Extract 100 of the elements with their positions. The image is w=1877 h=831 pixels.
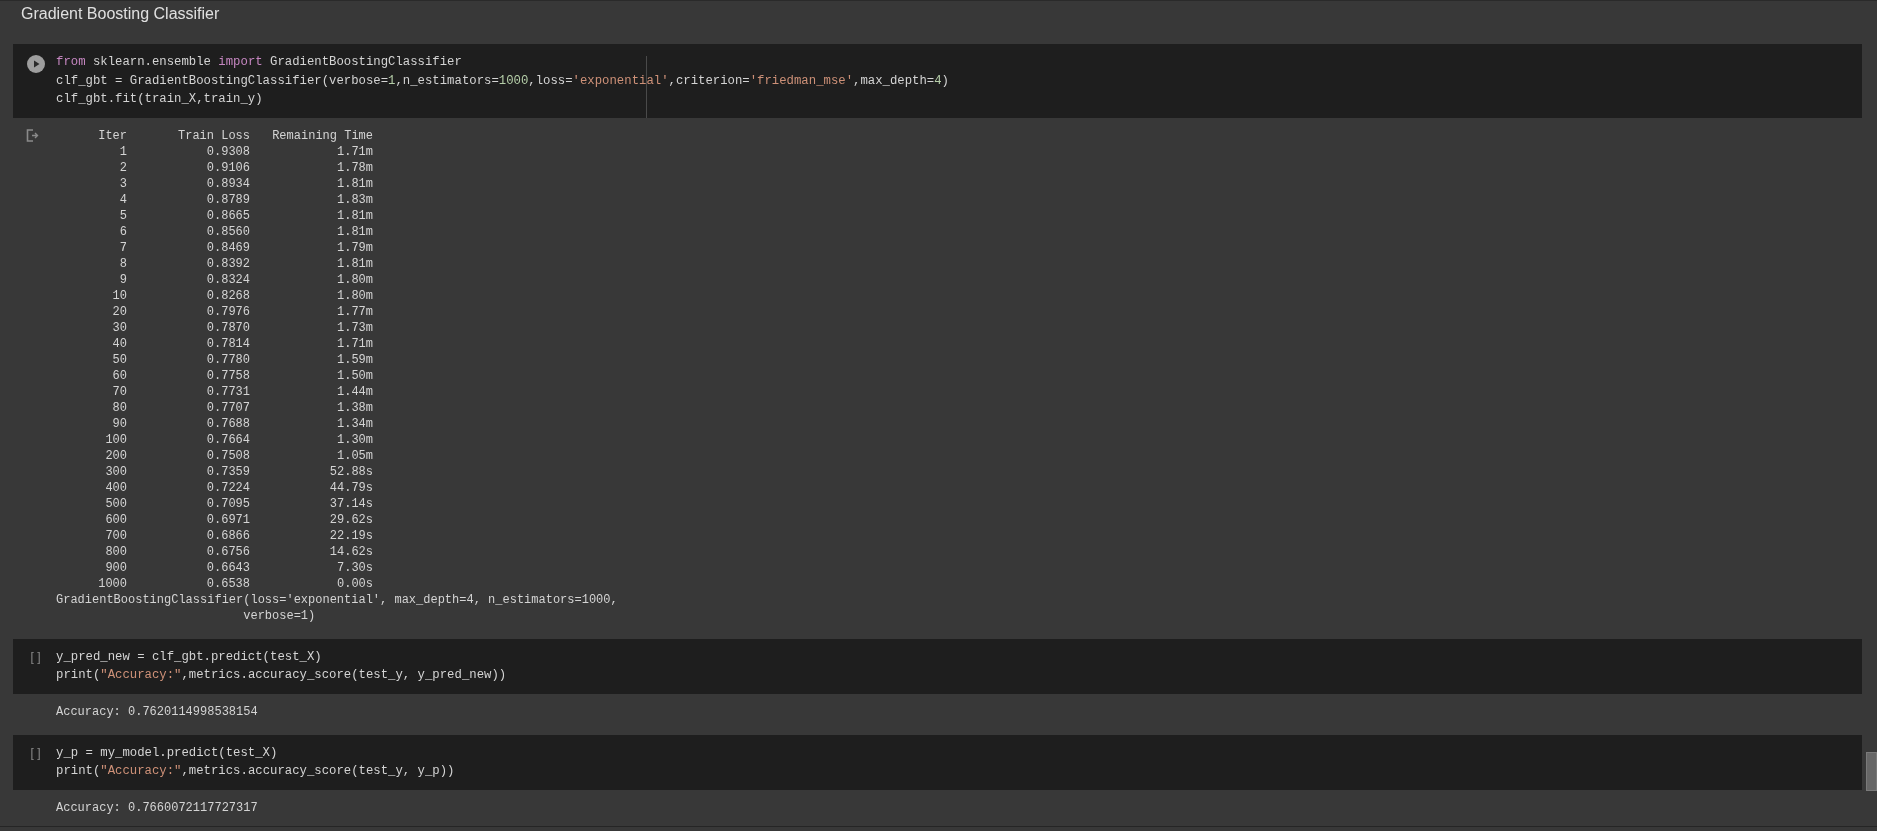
table-cell-text: 1.83m [336,191,373,208]
table-cell-text: 50 [111,351,127,368]
table-cell-text: 1.44m [336,383,373,400]
code-line: print("Accuracy:",metrics.accuracy_score(test_y, y_p)) [56,763,455,780]
table-cell-text: 29.62s [328,511,373,528]
column-header: Train Loss [177,127,250,144]
table-cell-text: 0.7359 [205,463,250,480]
table-cell-text: 0.7870 [205,319,250,336]
section-title: Gradient Boosting Classifier [21,5,220,22]
table-cell-text: 2 [118,159,127,176]
table-cell-text: 0.9308 [205,143,250,160]
table-cell-text: 1.81m [336,175,373,192]
code-cell[interactable] [13,44,1862,118]
table-cell-text: 700 [104,527,127,544]
table-cell-text: 400 [104,479,127,496]
table-cell-text: 0.6971 [205,511,250,528]
table-cell-text: 900 [104,559,127,576]
table-cell-text: 10 [111,287,127,304]
table-cell-text: 8 [118,255,127,272]
table-cell-text: 0.7780 [205,351,250,368]
code-line: y_p = my_model.predict(test_X) [56,744,279,762]
table-cell-text: 9 [118,271,127,288]
table-cell-text: 0.7224 [205,479,250,496]
table-cell-text: 90 [111,415,127,432]
table-cell-text: 5 [118,207,127,224]
code-line: print("Accuracy:",metrics.accuracy_score(test_y, y_pred_new)) [56,667,507,684]
table-cell-text: 0.7758 [205,367,250,384]
table-cell-text: 300 [104,463,127,480]
table-cell-text: 0.7976 [205,303,250,320]
table-cell-text: 0.7508 [205,447,250,464]
table-cell-text: 0.8934 [205,175,250,192]
table-cell-text: 6 [118,223,127,240]
table-cell-text: 0.9106 [205,159,250,176]
scrollbar-thumb[interactable] [1866,752,1877,791]
table-cell-text: 1 [118,143,127,160]
run-cell-icon[interactable] [26,55,45,73]
column-header: Iter [97,127,127,144]
column-header: Remaining Time [271,127,373,144]
table-cell-text: 80 [111,399,127,416]
table-cell-text: 100 [104,431,127,448]
table-cell-text: 1.78m [336,159,373,176]
code-line: clf_gbt.fit(train_X,train_y) [56,91,264,108]
table-cell-text: 0.6866 [205,527,250,544]
output-icon[interactable] [25,128,40,142]
table-cell-text: 70 [111,383,127,400]
table-cell-text: 1.73m [336,319,373,336]
output-text: GradientBoostingClassifier(loss='exponential', max_depth=4, n_estimators=1000, verbose=1) [56,591,618,624]
table-cell-text: 0.7095 [205,495,250,512]
table-cell-text: 0.7664 [205,431,250,448]
table-cell-text: 52.88s [328,463,373,480]
output-text: Accuracy: 0.7620114998538154 [56,703,258,720]
table-cell-text: 0.6643 [205,559,250,576]
table-cell-text: 0.8469 [205,239,250,256]
table-cell-text: 1.71m [336,143,373,160]
table-cell-text: 40 [111,335,127,352]
table-cell-text: 1.50m [336,367,373,384]
code-line: clf_gbt = GradientBoostingClassifier(verbose=1,n_estimators=1000,loss='exponential',criterion='friedman_mse',max_depth=4) [56,72,949,90]
table-cell-text: 7 [118,239,127,256]
table-cell-text: 1000 [97,575,127,592]
table-cell-text: 0.7707 [205,399,250,416]
table-cell-text: 200 [104,447,127,464]
table-cell-text: 4 [118,191,127,208]
table-cell-text: 0.00s [336,575,373,592]
table-cell-text: 800 [104,543,127,560]
table-cell-text: 600 [104,511,127,528]
table-cell-text: 60 [111,367,127,384]
code-line: from sklearn.ensemble import GradientBoostingClassifier [56,54,463,71]
table-cell-text: 1.77m [336,303,373,320]
cell-run-prompt[interactable]: [ ] [30,743,41,781]
table-cell-text: 1.30m [336,431,373,448]
table-cell-text: 44.79s [328,479,373,496]
table-cell-text: 1.80m [336,287,373,304]
table-cell-text: 1.38m [336,399,373,416]
table-cell-text: 500 [104,495,127,512]
table-cell-text: 22.19s [328,527,373,544]
table-cell-text: 1.34m [336,415,373,432]
table-cell-text: 0.6538 [205,575,250,592]
code-cell[interactable]: [ ] y_p = my_model.predict(test_X) print("Accuracy:",metrics.accuracy_score(test_y, y_p)) [13,734,1862,790]
table-cell-text: 1.59m [336,351,373,368]
table-cell-text: 1.81m [336,207,373,224]
table-cell-text: 20 [111,303,127,320]
table-cell-text: 3 [118,175,127,192]
table-cell-text: 30 [111,319,127,336]
table-cell-text: 14.62s [328,543,373,560]
table-cell-text: 0.7731 [205,383,250,400]
table-cell-text: 0.8324 [205,271,250,288]
table-cell-text: 0.8665 [205,207,250,224]
table-cell-text: 0.7688 [205,415,250,432]
table-cell-text: 7.30s [336,559,373,576]
table-cell-text: 0.7814 [205,335,250,352]
cell-run-prompt[interactable]: [ ] [30,647,41,685]
table-cell-text: 1.81m [336,255,373,272]
table-cell-text: 1.71m [336,335,373,352]
table-cell-text: 0.8268 [205,287,250,304]
table-cell-text: 0.8789 [205,191,250,208]
output-text: Accuracy: 0.7660072117727317 [56,799,258,816]
table-cell-text: 0.8392 [205,255,250,272]
table-cell-text: 0.8560 [205,223,250,240]
code-cell[interactable]: [ ] y_pred_new = clf_gbt.predict(test_X) print("Accuracy:",metrics.accuracy_score(test_y, y_pred_new)) [13,638,1862,694]
code-line: y_pred_new = clf_gbt.predict(test_X) [56,648,323,666]
